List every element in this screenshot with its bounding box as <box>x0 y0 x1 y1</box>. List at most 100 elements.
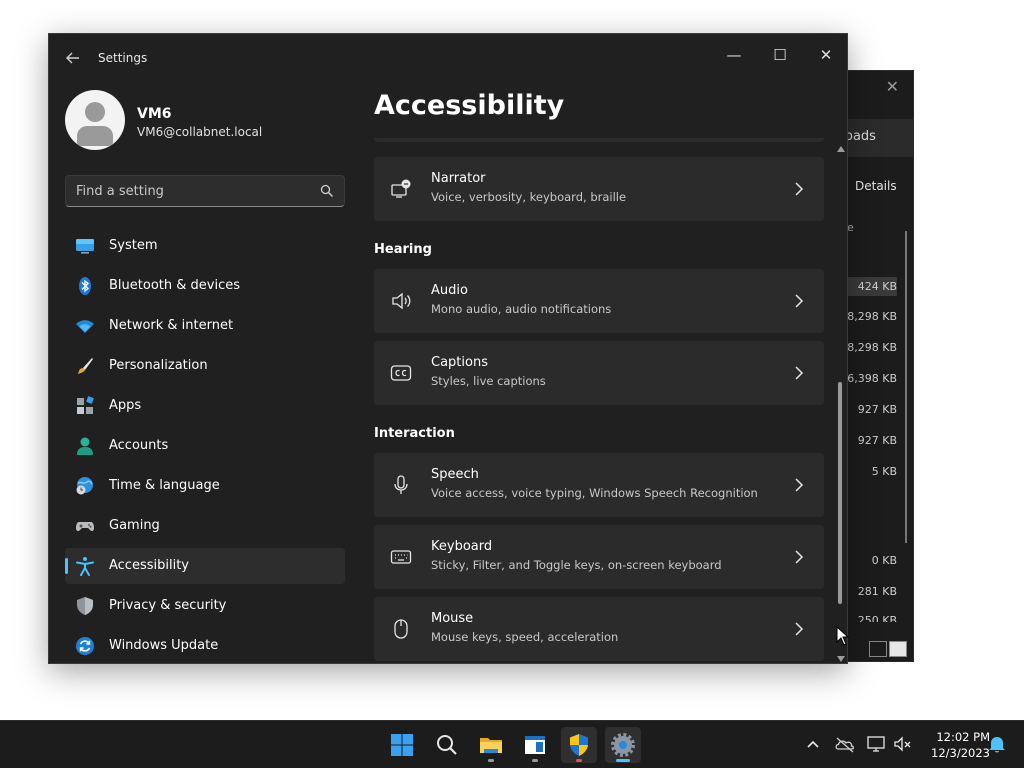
minimize-button[interactable]: — <box>711 40 757 70</box>
file-size: 5 KB <box>871 465 897 478</box>
search-icon[interactable] <box>320 184 334 198</box>
hearing-section-header: Hearing <box>374 242 432 257</box>
explorer-column-header[interactable]: e <box>847 221 854 234</box>
keyboard-card[interactable]: Keyboard Sticky, Filter, and Toggle keys… <box>374 525 824 589</box>
notification-bell-icon[interactable] <box>986 733 1008 755</box>
settings-gear-icon <box>611 733 635 757</box>
card-title: Mouse <box>431 611 474 626</box>
sidebar-item-gaming[interactable]: Gaming <box>65 508 345 544</box>
interaction-section-header: Interaction <box>374 426 455 441</box>
sidebar-item-network[interactable]: Network & internet <box>65 308 345 344</box>
narrator-icon <box>391 179 411 198</box>
sidebar-item-label: Personalization <box>109 358 208 373</box>
settings-content[interactable]: Narrator Voice, verbosity, keyboard, bra… <box>374 138 824 663</box>
explorer-close-icon[interactable]: ✕ <box>886 77 899 96</box>
start-button[interactable] <box>384 727 420 763</box>
file-size: 424 KB <box>843 277 897 296</box>
explorer-tab-label: oads <box>845 129 876 144</box>
title-bar[interactable]: Settings — ☐ ✕ <box>49 34 847 82</box>
sidebar-item-label: Apps <box>109 398 142 413</box>
sidebar-item-label: Gaming <box>109 518 160 533</box>
sidebar-item-accessibility[interactable]: Accessibility <box>65 548 345 584</box>
maximize-button[interactable]: ☐ <box>757 40 803 70</box>
speech-card[interactable]: Speech Voice access, voice typing, Windo… <box>374 453 824 517</box>
sidebar-item-system[interactable]: System <box>65 228 345 264</box>
back-arrow-icon <box>66 52 79 64</box>
sidebar-item-windows-update[interactable]: Windows Update <box>65 628 345 663</box>
card-description: Mono audio, audio notifications <box>431 302 612 316</box>
narrator-card[interactable]: Narrator Voice, verbosity, keyboard, bra… <box>374 157 824 221</box>
taskbar-security-app[interactable] <box>561 727 597 763</box>
avatar-body <box>77 126 113 146</box>
closed-captions-icon <box>390 365 412 381</box>
card-title: Speech <box>431 467 479 482</box>
mouse-card[interactable]: Mouse Mouse keys, speed, acceleration <box>374 597 824 661</box>
explorer-scrollbar[interactable] <box>905 231 907 543</box>
monitor-icon <box>76 239 94 254</box>
scroll-up-arrow-icon[interactable] <box>837 146 845 152</box>
wifi-icon <box>76 320 94 333</box>
onedrive-offline-icon[interactable] <box>834 733 856 755</box>
sidebar-item-label: System <box>109 238 158 253</box>
content-scrollbar[interactable] <box>836 142 846 662</box>
tiles-view-button[interactable] <box>889 641 907 657</box>
file-size: 08,298 KB <box>840 310 897 323</box>
volume-muted-icon[interactable] <box>892 733 914 755</box>
explorer-view-buttons <box>869 641 907 657</box>
search-input[interactable] <box>66 176 316 206</box>
search-icon <box>437 735 457 755</box>
sidebar-item-time-language[interactable]: Time & language <box>65 468 345 504</box>
windows-start-icon <box>391 734 413 756</box>
scroll-down-arrow-icon[interactable] <box>837 656 845 662</box>
close-button[interactable]: ✕ <box>803 40 847 70</box>
shield-icon <box>77 597 93 615</box>
captions-card[interactable]: Captions Styles, live captions <box>374 341 824 405</box>
folder-icon <box>480 738 502 753</box>
file-size: 250 KB <box>857 614 897 622</box>
app-title: Settings <box>98 51 148 65</box>
show-hidden-icons-chevron-icon[interactable] <box>802 733 824 755</box>
explorer-tab[interactable]: oads <box>837 119 913 157</box>
card-description: Voice, verbosity, keyboard, braille <box>431 190 627 204</box>
accessibility-icon <box>76 557 94 576</box>
active-indicator <box>616 759 630 762</box>
bluetooth-icon <box>79 277 91 295</box>
audio-card[interactable]: Audio Mono audio, audio notifications <box>374 269 824 333</box>
user-email: VM6@collabnet.local <box>137 125 263 139</box>
chevron-right-icon <box>795 294 804 308</box>
search-box[interactable] <box>65 175 345 207</box>
sidebar-item-apps[interactable]: Apps <box>65 388 345 424</box>
file-size: 0 KB <box>871 554 897 567</box>
apps-icon <box>77 396 94 414</box>
network-icon[interactable] <box>866 733 888 755</box>
mouse-icon <box>394 619 408 639</box>
file-size: 927 KB <box>857 403 897 416</box>
scrollbar-thumb[interactable] <box>838 382 842 604</box>
card-title: Keyboard <box>431 539 493 554</box>
details-view-button[interactable] <box>869 641 887 657</box>
clock-date: 12/3/2023 <box>931 746 990 760</box>
explorer-details-button[interactable]: Details <box>855 179 897 193</box>
sidebar-item-accounts[interactable]: Accounts <box>65 428 345 464</box>
sidebar-item-bluetooth[interactable]: Bluetooth & devices <box>65 268 345 304</box>
back-button[interactable] <box>63 48 83 68</box>
system-clock[interactable]: 12:02 PM 12/3/2023 <box>916 729 990 761</box>
running-indicator <box>488 759 494 762</box>
taskbar-settings-app[interactable] <box>605 727 641 763</box>
sidebar-nav: System Bluetooth & devices Network & int… <box>65 228 345 663</box>
sidebar-item-label: Windows Update <box>109 638 219 653</box>
file-size: 927 KB <box>857 434 897 447</box>
update-icon <box>76 637 94 655</box>
sidebar-item-label: Accounts <box>109 438 169 453</box>
running-indicator <box>532 759 538 762</box>
sidebar-item-privacy[interactable]: Privacy & security <box>65 588 345 624</box>
microphone-icon <box>394 475 408 494</box>
card-title: Narrator <box>431 171 486 186</box>
partial-card[interactable] <box>374 138 824 142</box>
page-title: Accessibility <box>374 90 565 121</box>
taskbar-file-explorer[interactable] <box>473 727 509 763</box>
sidebar-item-personalization[interactable]: Personalization <box>65 348 345 384</box>
taskbar-search-button[interactable] <box>429 727 465 763</box>
avatar[interactable] <box>65 90 125 150</box>
taskbar-notepad-app[interactable] <box>517 727 553 763</box>
